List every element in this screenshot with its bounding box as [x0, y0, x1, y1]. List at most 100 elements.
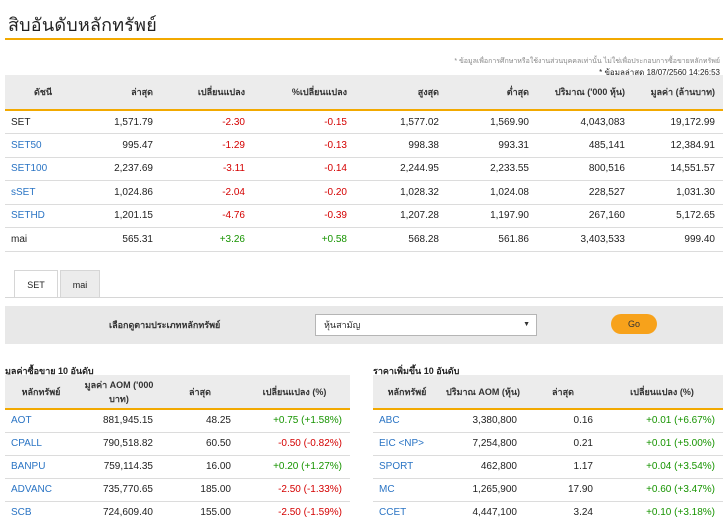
- aom-value: 735,770.65: [77, 478, 161, 502]
- page-title: สิบอันดับหลักทรัพย์: [8, 15, 157, 35]
- tab-set[interactable]: SET: [14, 270, 58, 298]
- aom-value: 881,945.15: [77, 409, 161, 433]
- go-button[interactable]: Go: [611, 314, 657, 334]
- aom-value: 759,114.35: [77, 455, 161, 479]
- dropdown-caret-icon: ▼: [523, 321, 530, 328]
- top-value-row: ADVANC 735,770.65 185.00 -2.50 (-1.33%): [5, 478, 350, 502]
- top-value-header: หลักทรัพย์ มูลค่า AOM ('000 บาท) ล่าสุด …: [5, 375, 350, 410]
- index-change: -2.30: [161, 110, 253, 134]
- index-low: 1,569.90: [447, 110, 537, 134]
- index-last: 1,201.15: [81, 204, 161, 228]
- stock-symbol-link[interactable]: SPORT: [373, 455, 441, 479]
- stock-symbol-link[interactable]: MC: [373, 478, 441, 502]
- top-gainer-row: CCET 4,447,100 3.24 +0.10 (+3.18%): [373, 501, 723, 524]
- index-last: 1,571.79: [81, 110, 161, 134]
- index-name[interactable]: sSET: [5, 180, 81, 205]
- index-row: SETHD 1,201.15 -4.76 -0.39 1,207.28 1,197.90 2…: [5, 204, 723, 228]
- price-change: +0.60 (+3.47%): [601, 478, 723, 502]
- col-header-symbol: หลักทรัพย์: [5, 375, 77, 410]
- last-price: 155.00: [161, 501, 239, 524]
- top-gainer-row: MC 1,265,900 17.90 +0.60 (+3.47%): [373, 478, 723, 502]
- index-name[interactable]: SETHD: [5, 204, 81, 228]
- stock-symbol-link[interactable]: CPALL: [5, 432, 77, 456]
- index-low: 561.86: [447, 227, 537, 252]
- col-header-volume: ปริมาณ ('000 หุ้น): [537, 75, 633, 111]
- last-price: 48.25: [161, 409, 239, 433]
- aom-volume: 4,447,100: [441, 501, 525, 524]
- last-price: 185.00: [161, 478, 239, 502]
- index-high: 1,028.32: [355, 180, 447, 205]
- col-header-symbol: หลักทรัพย์: [373, 375, 441, 410]
- top-value-row: AOT 881,945.15 48.25 +0.75 (+1.58%): [5, 409, 350, 433]
- aom-value: 790,518.82: [77, 432, 161, 456]
- filter-label: เลือกดูตามประเภทหลักทรัพย์: [109, 320, 221, 330]
- index-last: 2,237.69: [81, 157, 161, 181]
- stock-symbol-link[interactable]: CCET: [373, 501, 441, 524]
- top-gainers-table: หลักทรัพย์ ปริมาณ AOM (หุ้น) ล่าสุด เปลี…: [373, 375, 723, 524]
- index-pct-change: -0.39: [253, 204, 355, 228]
- index-value: 5,172.65: [633, 204, 723, 228]
- index-name: SET: [5, 110, 81, 134]
- index-volume: 485,141: [537, 133, 633, 158]
- last-price: 1.17: [525, 455, 601, 479]
- col-header-change: เปลี่ยนแปลง (%): [601, 375, 723, 410]
- tab-mai[interactable]: mai: [60, 270, 100, 298]
- security-type-filter: เลือกดูตามประเภทหลักทรัพย์ หุ้นสามัญ ▼ G…: [5, 306, 723, 344]
- last-price: 0.21: [525, 432, 601, 456]
- price-change: +0.01 (+5.00%): [601, 432, 723, 456]
- tabs-divider: [5, 297, 723, 298]
- price-change: -2.50 (-1.59%): [239, 501, 350, 524]
- top-gainers-header: หลักทรัพย์ ปริมาณ AOM (หุ้น) ล่าสุด เปลี…: [373, 375, 723, 410]
- top-value-row: SCB 724,609.40 155.00 -2.50 (-1.59%): [5, 501, 350, 524]
- top-gainer-row: SPORT 462,800 1.17 +0.04 (+3.54%): [373, 455, 723, 479]
- index-high: 1,207.28: [355, 204, 447, 228]
- index-row: sSET 1,024.86 -2.04 -0.20 1,028.32 1,024.08 22…: [5, 180, 723, 205]
- index-volume: 228,527: [537, 180, 633, 205]
- price-change: -2.50 (-1.33%): [239, 478, 350, 502]
- price-change: +0.10 (+3.18%): [601, 501, 723, 524]
- index-name: mai: [5, 227, 81, 252]
- security-type-selected-value: หุ้นสามัญ: [324, 320, 361, 330]
- index-row: SET100 2,237.69 -3.11 -0.14 2,244.95 2,233.55…: [5, 157, 723, 181]
- title-divider: [5, 38, 723, 40]
- stock-symbol-link[interactable]: BANPU: [5, 455, 77, 479]
- index-change: -2.04: [161, 180, 253, 205]
- stock-symbol-link[interactable]: EIC <NP>: [373, 432, 441, 456]
- index-high: 1,577.02: [355, 110, 447, 134]
- index-value: 999.40: [633, 227, 723, 252]
- price-change: +0.04 (+3.54%): [601, 455, 723, 479]
- price-change: +0.20 (+1.27%): [239, 455, 350, 479]
- index-high: 568.28: [355, 227, 447, 252]
- top-gainer-row: EIC <NP> 7,254,800 0.21 +0.01 (+5.00%): [373, 432, 723, 456]
- stock-symbol-link[interactable]: AOT: [5, 409, 77, 433]
- last-price: 0.16: [525, 409, 601, 433]
- index-low: 1,024.08: [447, 180, 537, 205]
- index-pct-change: -0.20: [253, 180, 355, 205]
- stock-symbol-link[interactable]: SCB: [5, 501, 77, 524]
- index-last: 1,024.86: [81, 180, 161, 205]
- stock-symbol-link[interactable]: ADVANC: [5, 478, 77, 502]
- top-value-table: หลักทรัพย์ มูลค่า AOM ('000 บาท) ล่าสุด …: [5, 375, 350, 524]
- price-change: +0.01 (+6.67%): [601, 409, 723, 433]
- index-name[interactable]: SET100: [5, 157, 81, 181]
- col-header-aom-value: มูลค่า AOM ('000 บาท): [77, 375, 161, 410]
- top-value-row: BANPU 759,114.35 16.00 +0.20 (+1.27%): [5, 455, 350, 479]
- index-volume: 4,043,083: [537, 110, 633, 134]
- security-type-select[interactable]: หุ้นสามัญ ▼: [315, 314, 537, 336]
- index-pct-change: -0.14: [253, 157, 355, 181]
- col-header-value: มูลค่า (ล้านบาท): [633, 75, 723, 111]
- index-name[interactable]: SET50: [5, 133, 81, 158]
- index-pct-change: +0.58: [253, 227, 355, 252]
- col-header-index: ดัชนี: [5, 75, 81, 111]
- aom-volume: 462,800: [441, 455, 525, 479]
- index-low: 2,233.55: [447, 157, 537, 181]
- last-price: 16.00: [161, 455, 239, 479]
- index-row: mai 565.31 +3.26 +0.58 568.28 561.86 3,403,533…: [5, 227, 723, 252]
- index-value: 1,031.30: [633, 180, 723, 205]
- aom-volume: 3,380,800: [441, 409, 525, 433]
- col-header-high: สูงสุด: [355, 75, 447, 111]
- col-header-pct-change: %เปลี่ยนแปลง: [253, 75, 355, 111]
- stock-symbol-link[interactable]: ABC: [373, 409, 441, 433]
- index-value: 19,172.99: [633, 110, 723, 134]
- index-pct-change: -0.15: [253, 110, 355, 134]
